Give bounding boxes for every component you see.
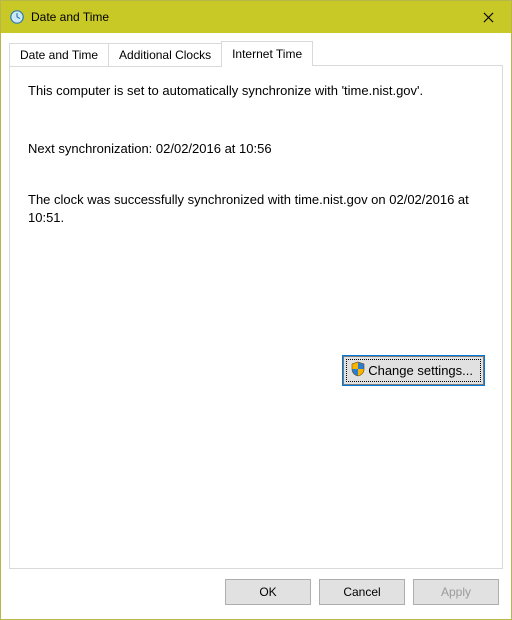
close-button[interactable] <box>465 1 511 33</box>
change-settings-button[interactable]: Change settings... <box>343 356 484 385</box>
cancel-button[interactable]: Cancel <box>319 579 405 605</box>
change-settings-label: Change settings... <box>368 363 473 378</box>
dialog-button-row: OK Cancel Apply <box>9 569 503 611</box>
ok-button[interactable]: OK <box>225 579 311 605</box>
apply-button: Apply <box>413 579 499 605</box>
change-settings-row: Change settings... <box>28 356 484 385</box>
tab-additional-clocks[interactable]: Additional Clocks <box>108 43 222 67</box>
sync-auto-text: This computer is set to automatically sy… <box>28 82 484 100</box>
uac-shield-icon <box>350 361 366 380</box>
tab-internet-time[interactable]: Internet Time <box>221 41 313 66</box>
next-sync-text: Next synchronization: 02/02/2016 at 10:5… <box>28 140 484 158</box>
last-status-text: The clock was successfully synchronized … <box>28 191 484 226</box>
dialog-body: Date and Time Additional Clocks Internet… <box>1 33 511 619</box>
tab-panel-internet-time: This computer is set to automatically sy… <box>9 65 503 569</box>
clock-icon <box>9 9 25 25</box>
tab-date-and-time[interactable]: Date and Time <box>9 43 109 67</box>
close-icon <box>483 12 494 23</box>
titlebar[interactable]: Date and Time <box>1 1 511 33</box>
window-title: Date and Time <box>31 10 465 24</box>
tabstrip: Date and Time Additional Clocks Internet… <box>9 41 503 66</box>
